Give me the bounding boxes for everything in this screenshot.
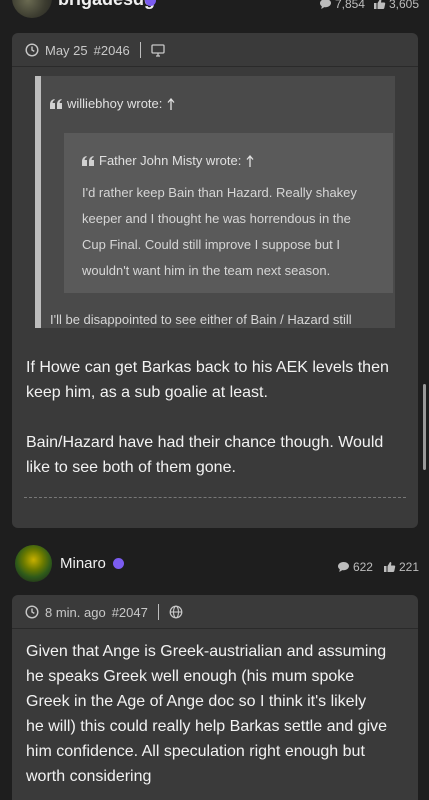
- post-line: like to see both of them gone.: [26, 459, 236, 476]
- post-meta: 8 min. ago #2047: [25, 603, 183, 621]
- post-line: Greek in the Age of Ange doc so I think …: [26, 693, 367, 710]
- quote-header: williebhoy wrote:: [50, 96, 175, 111]
- quote-icon: [82, 155, 94, 166]
- quote-icon: [50, 98, 62, 109]
- clock-icon: [25, 605, 39, 619]
- quote-line: wouldn't want him in the team next seaso…: [82, 263, 331, 278]
- post-line: worth considering: [26, 768, 152, 785]
- post-date: 8 min. ago: [45, 604, 106, 620]
- avatar[interactable]: [12, 0, 52, 18]
- post-number[interactable]: #2046: [94, 43, 130, 58]
- post-date: May 25: [45, 42, 88, 58]
- user-stats: 622 221: [337, 560, 419, 574]
- post-line: he speaks Greek well enough (his mum spo…: [26, 668, 355, 685]
- quote-text: I'll be disappointed to see either of Ba…: [50, 312, 352, 327]
- username[interactable]: brigadesdg: [58, 0, 155, 10]
- quote-block: williebhoy wrote: Father John Misty wrot…: [35, 76, 395, 328]
- nested-quote-block: Father John Misty wrote: I'd rather keep…: [64, 133, 393, 293]
- post-body: Given that Ange is Greek-austrialian and…: [26, 639, 412, 789]
- quote-header: Father John Misty wrote:: [82, 153, 254, 168]
- arrow-up-icon[interactable]: [246, 154, 254, 167]
- post-meta: May 25 #2046: [25, 41, 165, 59]
- desktop-icon: [151, 43, 165, 57]
- post-body-paragraph: If Howe can get Barkas back to his AEK l…: [26, 355, 412, 405]
- globe-icon: [169, 605, 183, 619]
- comment-count: 7,854: [334, 0, 365, 11]
- scrollbar[interactable]: [423, 384, 426, 470]
- post-line: keep him, as a sub goalie at least.: [26, 384, 268, 401]
- avatar[interactable]: [15, 545, 52, 582]
- divider: [12, 66, 418, 67]
- thumbs-up-icon: [373, 0, 386, 10]
- quote-line: I'd rather keep Bain than Hazard. Really…: [82, 185, 357, 200]
- previous-post-header: brigadesdg 7,854 3,605: [0, 0, 429, 30]
- username[interactable]: Minaro: [60, 555, 106, 572]
- quote-line: keeper and I thought he was horrendous i…: [82, 211, 351, 226]
- quote-line: Cup Final. Could still improve I suppose…: [82, 237, 340, 252]
- signature-divider: [24, 497, 406, 498]
- post-line: he will) this could really help Barkas s…: [26, 718, 388, 735]
- thumbs-up-icon: [383, 561, 396, 573]
- post-line: Bain/Hazard have had their chance though…: [26, 434, 384, 451]
- post-line: If Howe can get Barkas back to his AEK l…: [26, 359, 389, 376]
- post-line: Given that Ange is Greek-austrialian and…: [26, 643, 387, 660]
- comment-icon: [319, 0, 332, 10]
- arrow-up-icon[interactable]: [167, 97, 175, 110]
- clock-icon: [25, 43, 39, 57]
- quote-author[interactable]: williebhoy wrote:: [67, 96, 162, 111]
- comment-icon: [337, 561, 350, 573]
- comment-count: 622: [352, 560, 373, 574]
- quote-author[interactable]: Father John Misty wrote:: [99, 153, 241, 168]
- post-card: May 25 #2046 williebhoy wrote: Father Jo…: [12, 33, 418, 528]
- meta-divider: [157, 604, 159, 620]
- like-count: 221: [398, 560, 419, 574]
- verified-badge-icon: [113, 558, 124, 569]
- user-stats: 7,854 3,605: [319, 0, 419, 11]
- like-count: 3,605: [388, 0, 419, 11]
- post-card: 8 min. ago #2047 Given that Ange is Gree…: [12, 595, 418, 800]
- meta-divider: [139, 42, 141, 58]
- post-body-paragraph: Bain/Hazard have had their chance though…: [26, 430, 412, 480]
- quote-text: I'd rather keep Bain than Hazard. Really…: [82, 180, 382, 284]
- post-number[interactable]: #2047: [112, 605, 148, 620]
- post-line: him confidence. All speculation right en…: [26, 743, 365, 760]
- divider: [12, 628, 418, 629]
